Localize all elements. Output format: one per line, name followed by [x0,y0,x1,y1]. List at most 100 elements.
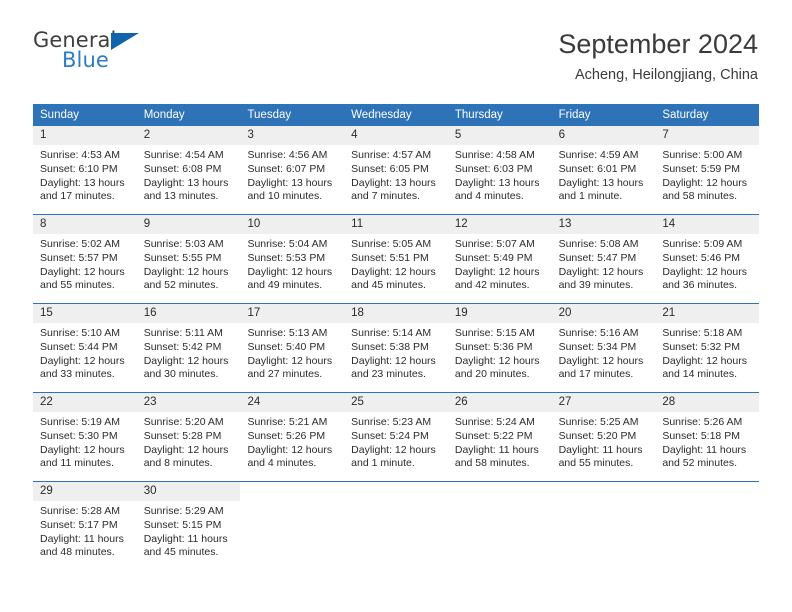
day-cell[interactable]: 12 Sunrise: 5:07 AM Sunset: 5:49 PM Dayl… [447,215,552,304]
daylight-text-line1: Daylight: 12 hours [662,354,747,367]
day-cell[interactable]: 28 Sunrise: 5:26 AM Sunset: 5:18 PM Dayl… [655,393,760,482]
daylight-text-line2: and 33 minutes. [40,368,115,381]
day-cell[interactable]: 7 Sunrise: 5:00 AM Sunset: 5:59 PM Dayli… [655,126,760,215]
daylight-text-line2: and 4 minutes. [247,457,317,470]
day-cell[interactable]: 13 Sunrise: 5:08 AM Sunset: 5:47 PM Dayl… [551,215,656,304]
weekday-header-thursday: Thursday [454,109,503,122]
sunrise-text: Sunrise: 5:05 AM [351,238,432,251]
day-cell[interactable]: 20 Sunrise: 5:16 AM Sunset: 5:34 PM Dayl… [551,304,656,393]
day-number: 2 [136,126,241,146]
day-cell[interactable]: 5 Sunrise: 4:58 AM Sunset: 6:03 PM Dayli… [447,126,552,215]
day-details: Sunrise: 5:02 AM Sunset: 5:57 PM Dayligh… [33,234,137,303]
day-cell[interactable]: 6 Sunrise: 4:59 AM Sunset: 6:01 PM Dayli… [551,126,656,215]
sunset-text: Sunset: 5:42 PM [143,340,222,353]
sunset-text: Sunset: 5:28 PM [143,429,222,442]
day-number: 22 [33,393,137,413]
day-cell[interactable]: 16 Sunrise: 5:11 AM Sunset: 5:42 PM Dayl… [136,304,241,393]
day-details: Sunrise: 5:14 AM Sunset: 5:38 PM Dayligh… [344,323,448,392]
day-details: Sunrise: 5:21 AM Sunset: 5:26 PM Dayligh… [240,412,344,481]
day-details: Sunrise: 5:18 AM Sunset: 5:32 PM Dayligh… [655,323,759,392]
day-cell[interactable]: 14 Sunrise: 5:09 AM Sunset: 5:46 PM Dayl… [655,215,760,304]
day-cell[interactable]: 19 Sunrise: 5:15 AM Sunset: 5:36 PM Dayl… [447,304,552,393]
daylight-text-line2: and 8 minutes. [143,457,213,470]
day-cell[interactable]: 27 Sunrise: 5:25 AM Sunset: 5:20 PM Dayl… [551,393,656,482]
sunset-text: Sunset: 5:40 PM [247,340,326,353]
sunset-text: Sunset: 5:32 PM [662,340,740,353]
sunrise-text: Sunrise: 5:18 AM [662,327,743,340]
daylight-text-line2: and 58 minutes. [454,457,530,470]
daylight-text-line1: Daylight: 13 hours [247,176,333,189]
day-number: 11 [344,215,448,235]
day-number: 8 [33,215,137,235]
day-cell[interactable]: 29 Sunrise: 5:28 AM Sunset: 5:17 PM Dayl… [33,482,137,571]
day-details: Sunrise: 5:28 AM Sunset: 5:17 PM Dayligh… [33,501,137,570]
sunset-text: Sunset: 5:22 PM [454,429,533,442]
daylight-text-line1: Daylight: 12 hours [351,443,436,456]
daylight-text-line1: Daylight: 11 hours [454,443,539,456]
daylight-text-line2: and 17 minutes. [558,368,634,381]
sunrise-text: Sunrise: 5:00 AM [662,149,743,162]
daylight-text-line1: Daylight: 12 hours [247,443,333,456]
daylight-text-line1: Daylight: 11 hours [558,443,643,456]
day-number: 10 [240,215,345,235]
day-cell[interactable]: 10 Sunrise: 5:04 AM Sunset: 5:53 PM Dayl… [240,215,345,304]
daylight-text-line2: and 52 minutes. [143,279,219,292]
day-cell[interactable]: 21 Sunrise: 5:18 AM Sunset: 5:32 PM Dayl… [655,304,760,393]
daylight-text-line1: Daylight: 11 hours [40,532,124,545]
day-cell[interactable]: 8 Sunrise: 5:02 AM Sunset: 5:57 PM Dayli… [33,215,137,304]
sunset-text: Sunset: 5:49 PM [454,251,533,264]
weekday-header-row: Sunday Monday Tuesday Wednesday Thursday… [33,104,759,127]
week-row: 29 Sunrise: 5:28 AM Sunset: 5:17 PM Dayl… [33,481,760,571]
sunrise-text: Sunrise: 4:54 AM [143,149,224,162]
weekday-header-monday: Monday [143,109,185,122]
sunrise-text: Sunrise: 5:20 AM [143,416,224,429]
sunrise-text: Sunrise: 5:03 AM [143,238,224,251]
daylight-text-line1: Daylight: 11 hours [143,532,228,545]
day-details: Sunrise: 4:53 AM Sunset: 6:10 PM Dayligh… [33,145,137,214]
day-cell[interactable]: 11 Sunrise: 5:05 AM Sunset: 5:51 PM Dayl… [344,215,448,304]
sunset-text: Sunset: 5:38 PM [351,340,429,353]
day-details: Sunrise: 5:09 AM Sunset: 5:46 PM Dayligh… [655,234,759,303]
sunrise-text: Sunrise: 5:15 AM [454,327,535,340]
daylight-text-line2: and 11 minutes. [40,457,114,470]
day-cell[interactable]: 23 Sunrise: 5:20 AM Sunset: 5:28 PM Dayl… [136,393,241,482]
day-cell[interactable]: 26 Sunrise: 5:24 AM Sunset: 5:22 PM Dayl… [447,393,552,482]
blue-triangle-logo-icon [111,33,139,50]
daylight-text-line1: Daylight: 12 hours [40,354,125,367]
daylight-text-line2: and 1 minute. [351,457,415,470]
daylight-text-line1: Daylight: 12 hours [40,265,125,278]
day-number: 19 [447,304,552,324]
day-details: Sunrise: 5:07 AM Sunset: 5:49 PM Dayligh… [448,234,552,303]
day-cell[interactable]: 25 Sunrise: 5:23 AM Sunset: 5:24 PM Dayl… [344,393,448,482]
day-cell[interactable]: 18 Sunrise: 5:14 AM Sunset: 5:38 PM Dayl… [344,304,448,393]
day-details: Sunrise: 4:59 AM Sunset: 6:01 PM Dayligh… [552,145,656,214]
day-cell[interactable]: 15 Sunrise: 5:10 AM Sunset: 5:44 PM Dayl… [33,304,137,393]
page-header: General Blue September 2024 Acheng, Heil… [0,0,792,83]
daylight-text-line2: and 4 minutes. [454,190,524,203]
sunset-text: Sunset: 5:44 PM [40,340,118,353]
day-cell[interactable]: 24 Sunrise: 5:21 AM Sunset: 5:26 PM Dayl… [240,393,345,482]
sunset-text: Sunset: 5:51 PM [351,251,429,264]
day-cell[interactable]: 22 Sunrise: 5:19 AM Sunset: 5:30 PM Dayl… [33,393,137,482]
week-row: 1 Sunrise: 4:53 AM Sunset: 6:10 PM Dayli… [33,126,760,215]
sunrise-text: Sunrise: 5:21 AM [247,416,328,429]
day-cell[interactable]: 17 Sunrise: 5:13 AM Sunset: 5:40 PM Dayl… [240,304,345,393]
day-number: 26 [447,393,552,413]
day-cell[interactable]: 2 Sunrise: 4:54 AM Sunset: 6:08 PM Dayli… [136,126,241,215]
sunset-text: Sunset: 5:34 PM [558,340,637,353]
daylight-text-line2: and 55 minutes. [40,279,115,292]
week-row: 22 Sunrise: 5:19 AM Sunset: 5:30 PM Dayl… [33,392,760,482]
daylight-text-line2: and 7 minutes. [351,190,421,203]
day-cell[interactable]: 30 Sunrise: 5:29 AM Sunset: 5:15 PM Dayl… [136,482,241,571]
sunrise-text: Sunrise: 4:53 AM [40,149,120,162]
daylight-text-line2: and 23 minutes. [351,368,426,381]
day-cell[interactable]: 3 Sunrise: 4:56 AM Sunset: 6:07 PM Dayli… [240,126,345,215]
general-blue-logo[interactable]: General Blue [33,28,153,78]
day-number: 9 [136,215,241,235]
day-cell[interactable]: 9 Sunrise: 5:03 AM Sunset: 5:55 PM Dayli… [136,215,241,304]
day-number [551,482,656,502]
day-cell[interactable]: 4 Sunrise: 4:57 AM Sunset: 6:05 PM Dayli… [344,126,448,215]
day-details [448,501,552,570]
sunrise-text: Sunrise: 4:59 AM [558,149,639,162]
day-cell[interactable]: 1 Sunrise: 4:53 AM Sunset: 6:10 PM Dayli… [33,126,137,215]
